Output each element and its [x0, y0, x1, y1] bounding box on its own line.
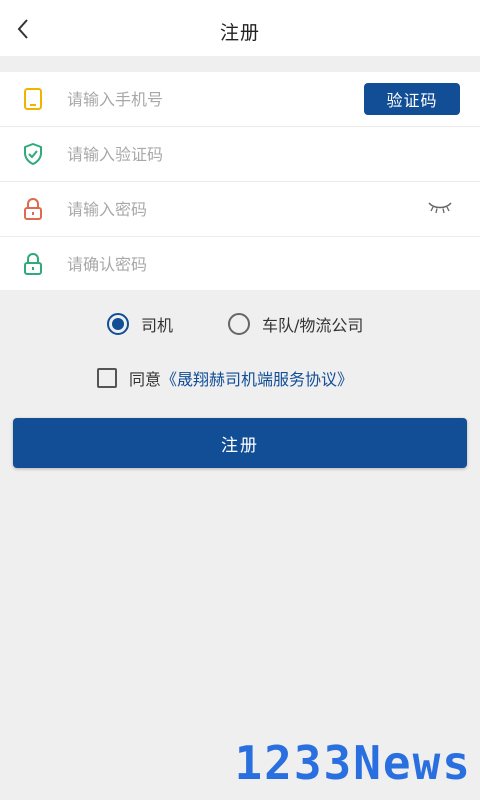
chevron-left-icon [16, 18, 30, 44]
role-label-driver: 司机 [141, 316, 174, 335]
register-form: 验证码 [0, 72, 480, 290]
radio-unchecked-icon [228, 313, 250, 335]
agreement-row: 同意 《晟翔赫司机端服务协议》 [97, 366, 353, 390]
register-screen: 注册 验证码 [0, 0, 480, 800]
role-radio-driver[interactable]: 司机 [107, 312, 173, 336]
phone-row: 验证码 [0, 72, 480, 127]
phone-icon [21, 87, 45, 111]
role-selector: 司机 车队/物流公司 [0, 312, 480, 340]
role-radio-fleet[interactable]: 车队/物流公司 [228, 312, 363, 336]
register-button[interactable]: 注册 [13, 418, 467, 468]
watermark: 1233News [234, 736, 472, 790]
lock-icon [21, 197, 45, 221]
role-label-fleet: 车队/物流公司 [262, 316, 364, 335]
password-row [0, 182, 480, 237]
send-code-button[interactable]: 验证码 [364, 83, 460, 115]
agreement-prefix: 同意 [129, 370, 162, 389]
radio-checked-icon [107, 313, 129, 335]
confirm-password-input[interactable] [67, 249, 480, 279]
page-title: 注册 [219, 21, 260, 44]
agreement-link[interactable]: 《晟翔赫司机端服务协议》 [161, 366, 353, 390]
back-button[interactable] [8, 16, 38, 46]
lock-icon [21, 252, 45, 276]
verify-code-input[interactable] [67, 139, 480, 169]
password-input[interactable] [67, 194, 480, 224]
confirm-password-row [0, 237, 480, 291]
eye-closed-icon [427, 199, 453, 219]
shield-check-icon [21, 142, 45, 166]
password-visibility-toggle[interactable] [426, 198, 454, 220]
verify-code-row [0, 127, 480, 182]
header: 注册 [0, 6, 480, 56]
agreement-checkbox[interactable] [97, 368, 117, 388]
